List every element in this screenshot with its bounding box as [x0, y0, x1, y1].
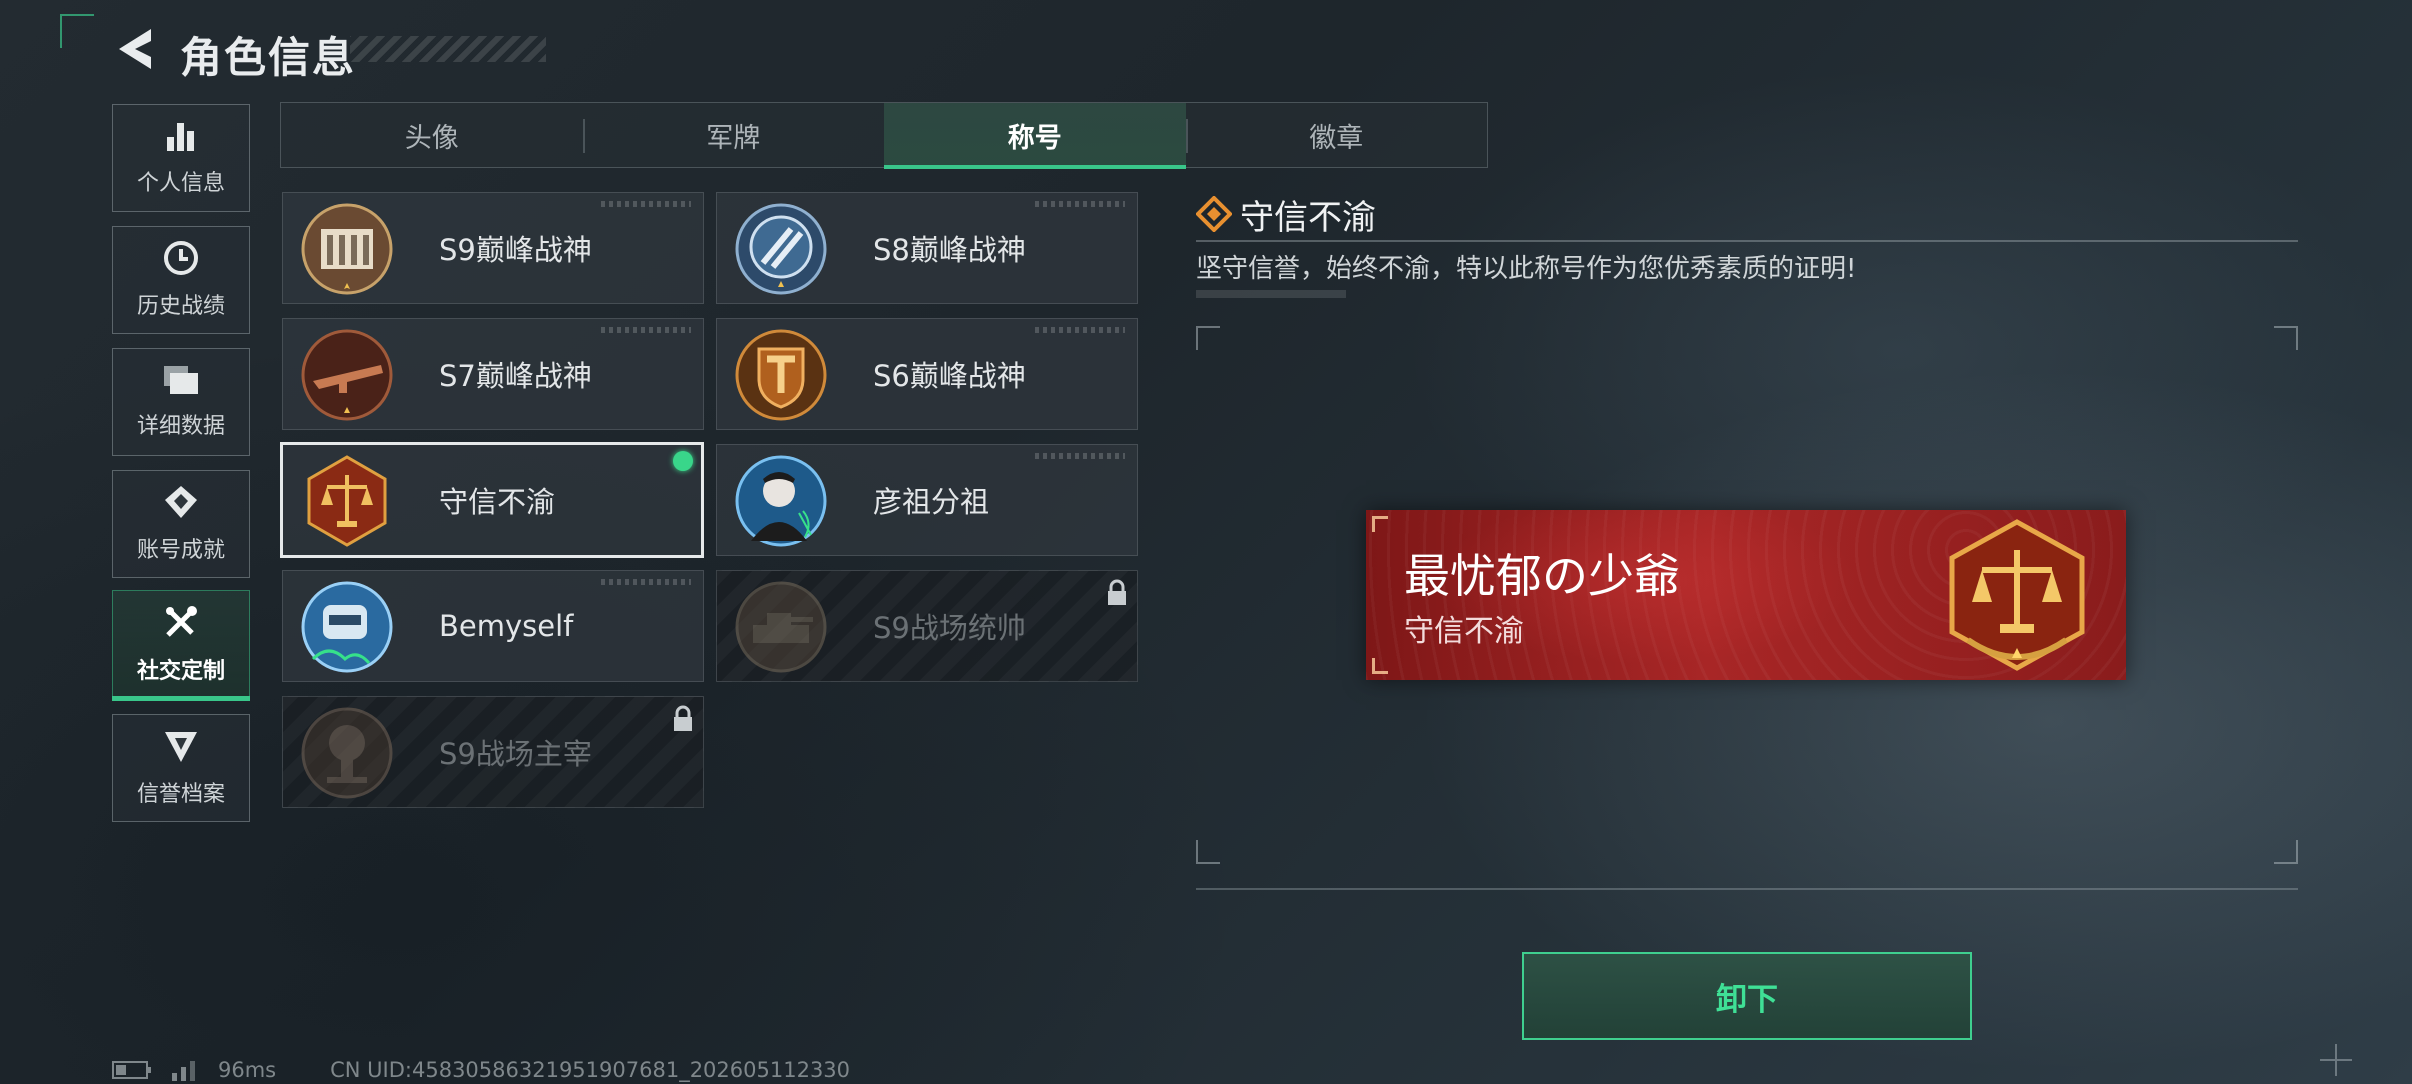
title-name: Bemyself — [439, 609, 574, 643]
folder-icon — [164, 366, 198, 394]
title-card-s8[interactable]: S8巅峰战神 — [716, 192, 1138, 304]
wrench-screwdriver-icon — [166, 606, 197, 637]
ping-value: 96ms — [218, 1058, 277, 1082]
diamond-bullet-icon — [1196, 196, 1232, 232]
tab-dogtag[interactable]: 军牌 — [582, 103, 885, 167]
back-button[interactable] — [110, 24, 160, 74]
divider — [1196, 888, 2298, 890]
nav-item-achievements[interactable]: 账号成就 — [112, 470, 250, 578]
nav-item-label: 个人信息 — [136, 171, 225, 196]
title-name: S7巅峰战神 — [439, 359, 592, 393]
equipped-indicator — [673, 451, 693, 471]
rifle-emblem-icon — [301, 329, 393, 421]
card-deco — [601, 201, 691, 207]
blue-crest-emblem-icon — [735, 203, 827, 295]
soldier-emblem-icon — [301, 581, 393, 673]
banner-corner — [1372, 658, 1388, 674]
title-name: S6巅峰战神 — [873, 359, 1026, 393]
lock-icon — [1108, 579, 1126, 605]
explosion-emblem-icon — [301, 707, 393, 799]
nav-item-label: 账号成就 — [136, 538, 225, 563]
card-deco — [1035, 327, 1125, 333]
title-card-s9[interactable]: S9巅峰战神 — [282, 192, 704, 304]
back-arrow-icon — [119, 29, 151, 69]
nav-item-detailed-data[interactable]: 详细数据 — [112, 348, 250, 456]
nav-item-label: 信誉档案 — [136, 782, 225, 807]
title-card-shouxin-selected[interactable]: 守信不渝 — [280, 442, 704, 558]
title-name: S9战场主宰 — [439, 737, 592, 771]
title-name: 守信不渝 — [439, 485, 556, 519]
title-card-s9-commander-locked[interactable]: S9战场统帅 — [716, 570, 1138, 682]
title-stripe-decoration — [350, 36, 546, 62]
crosshair-decoration — [2320, 1044, 2352, 1076]
nav-item-label: 详细数据 — [136, 414, 225, 439]
nav-item-social-customization[interactable]: 社交定制 — [112, 590, 250, 698]
card-deco — [601, 327, 691, 333]
title-name: S9战场统帅 — [873, 611, 1026, 645]
detail-description: 坚守信誉，始终不渝，特以此称号作为您优秀素质的证明! — [1196, 254, 1857, 284]
deco-bar — [1196, 290, 1346, 298]
nav-item-personal-info[interactable]: 个人信息 — [112, 104, 250, 212]
frame-corner — [2274, 840, 2298, 864]
banner-corner — [1372, 516, 1388, 532]
title-name: 彦祖分祖 — [873, 485, 990, 519]
status-footer: 96ms CN UID:4583058632195190768​1_202605… — [112, 1058, 850, 1082]
card-deco — [1035, 201, 1125, 207]
frame-corner — [2274, 326, 2298, 350]
title-card-yanzu[interactable]: 彦祖分祖 — [716, 444, 1138, 556]
player-name: 最忧郁の少爺 — [1404, 549, 1680, 603]
title-card-bemyself[interactable]: Bemyself — [282, 570, 704, 682]
preview-title: 守信不渝 — [1404, 614, 1524, 649]
title-card-s6[interactable]: S6巅峰战神 — [716, 318, 1138, 430]
tab-badge[interactable]: 徽章 — [1185, 103, 1488, 167]
title-preview-banner: 最忧郁の少爺 守信不渝 — [1366, 510, 2126, 680]
tab-title[interactable]: 称号 — [884, 103, 1186, 169]
shield-wing-icon — [165, 732, 197, 762]
tab-avatar[interactable]: 头像 — [281, 103, 583, 167]
bar-chart-icon — [167, 123, 194, 151]
scales-emblem-icon — [1949, 519, 2085, 671]
title-card-s9-dominator-locked[interactable]: S9战场主宰 — [282, 696, 704, 808]
category-tabs: 头像 军牌 称号 徽章 — [280, 102, 1488, 169]
unequip-button[interactable]: 卸下 — [1522, 952, 1972, 1040]
nav-item-reputation[interactable]: 信誉档案 — [112, 714, 250, 822]
signal-icon — [172, 1061, 195, 1081]
nav-item-match-history[interactable]: 历史战绩 — [112, 226, 250, 334]
corner-bracket-decoration — [60, 14, 94, 48]
nav-item-label: 社交定制 — [136, 659, 225, 684]
clock-icon — [164, 241, 198, 275]
portrait-emblem-icon — [735, 455, 827, 547]
tank-emblem-icon — [735, 581, 827, 673]
detail-title: 守信不渝 — [1240, 198, 1376, 238]
title-name: S9巅峰战神 — [439, 233, 592, 267]
battery-icon — [112, 1061, 151, 1079]
frame-corner — [1196, 326, 1220, 350]
nav-active-indicator — [112, 696, 250, 701]
gold-shield-emblem-icon — [735, 329, 827, 421]
title-name: S8巅峰战神 — [873, 233, 1026, 267]
frame-corner — [1196, 840, 1220, 864]
lock-icon — [674, 705, 692, 731]
card-deco — [1035, 453, 1125, 459]
divider — [1196, 240, 2298, 242]
uid-text: CN UID:4583058632195190768​1_20260511233… — [330, 1058, 851, 1082]
title-card-s7[interactable]: S7巅峰战神 — [282, 318, 704, 430]
page-title: 角色信息 — [180, 33, 357, 82]
nav-item-label: 历史战绩 — [136, 294, 225, 319]
achievement-icon — [165, 486, 197, 518]
scales-emblem-icon — [307, 455, 387, 547]
fortress-emblem-icon — [301, 203, 393, 295]
card-deco — [601, 579, 691, 585]
